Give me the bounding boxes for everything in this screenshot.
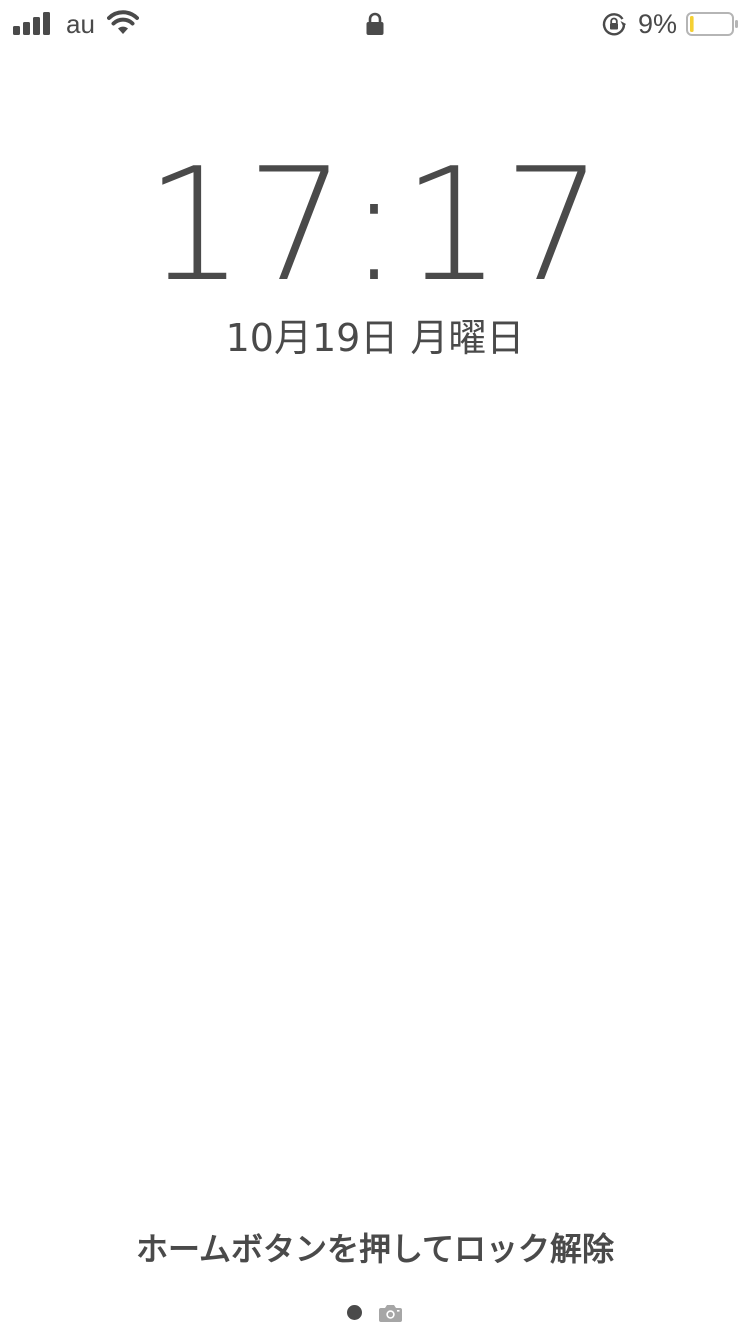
page-dot-current[interactable] [347, 1305, 362, 1320]
lock-icon [366, 12, 384, 35]
wifi-icon [107, 10, 139, 34]
battery-percentage: 9% [638, 9, 678, 39]
lock-screen-date: 10月19日 月曜日 [225, 316, 525, 360]
battery-level-fill [690, 16, 694, 32]
camera-icon[interactable] [378, 1303, 403, 1323]
page-indicator [345, 1302, 405, 1324]
lock-screen-time: 17:17 [145, 134, 605, 316]
battery-icon [686, 12, 738, 36]
unlock-hint: ホームボタンを押してロック解除 [135, 1230, 615, 1268]
lock-screen: au 9% 17:17 10月19日 月曜日 ホームボタンを押してロック解除 [0, 0, 750, 1334]
carrier-name: au [66, 9, 95, 39]
status-bar: au 9% [0, 0, 750, 48]
signal-icon [13, 12, 50, 35]
rotation-lock-icon [602, 13, 626, 36]
